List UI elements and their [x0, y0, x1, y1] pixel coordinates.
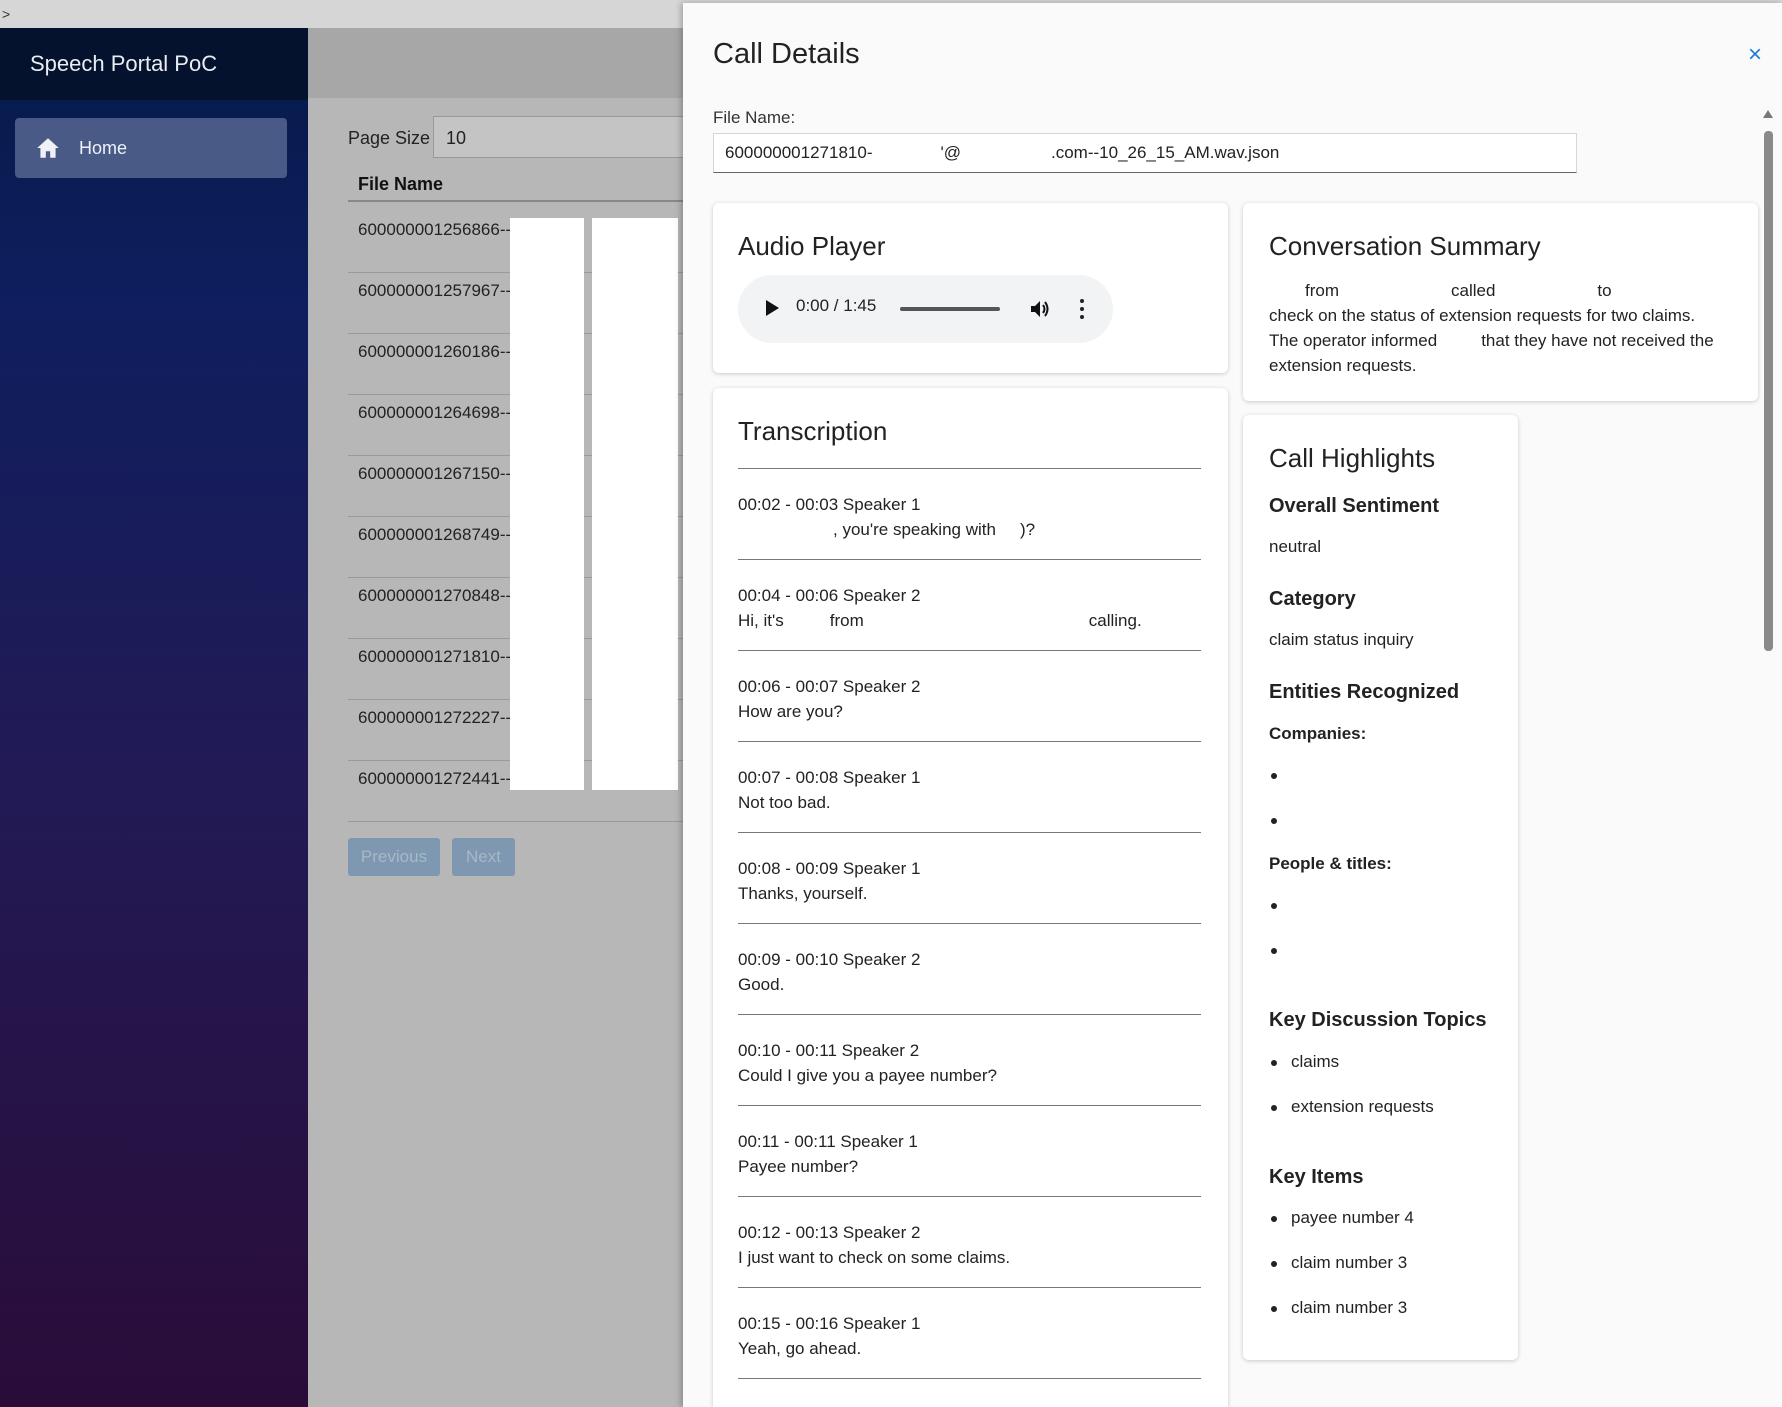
sentiment-value: neutral [1269, 537, 1321, 556]
drawer-title: Call Details [713, 38, 860, 70]
audio-player-title: Audio Player [738, 231, 886, 261]
companies-label: Companies: [1269, 724, 1367, 743]
entities-heading: Entities Recognized [1269, 681, 1460, 703]
segment-text: , you're speaking with [833, 520, 996, 539]
highlights-title: Call Highlights [1269, 443, 1436, 473]
play-icon[interactable] [766, 300, 779, 316]
topics-heading: Key Discussion Topics [1269, 1009, 1487, 1031]
key-item: claim number 3 [1270, 1253, 1408, 1272]
sidebar: Speech Portal PoC Home [0, 28, 308, 1407]
segment-meta: 00:07 - 00:08 Speaker 1 [738, 768, 921, 787]
redaction-block [510, 218, 584, 790]
transcript-segment: 00:09 - 00:10 Speaker 2 Good. [738, 923, 1201, 1015]
app-title: Speech Portal PoC [30, 51, 218, 76]
summary-word: called [1451, 281, 1496, 300]
scrollbar-thumb[interactable] [1764, 131, 1773, 651]
call-highlights-card: Call Highlights Overall Sentiment neutra… [1243, 415, 1518, 1360]
segment-text: Yeah, go ahead. [738, 1339, 862, 1358]
redaction-block [592, 218, 678, 790]
category-heading: Category [1269, 588, 1356, 610]
file-name-column-header: File Name [358, 174, 444, 194]
transcript-segment: 00:12 - 00:13 Speaker 2 I just want to c… [738, 1196, 1201, 1288]
file-name-part: '@ [940, 143, 961, 162]
segment-meta: 00:15 - 00:16 Speaker 1 [738, 1314, 921, 1333]
sentiment-heading: Overall Sentiment [1269, 495, 1440, 517]
transcript-segment: 00:10 - 00:11 Speaker 2 Could I give you… [738, 1014, 1201, 1106]
file-name-part: .com--10_26_15_AM.wav.json [1051, 143, 1280, 162]
segment-meta: 00:09 - 00:10 Speaker 2 [738, 950, 921, 969]
category-value: claim status inquiry [1269, 630, 1414, 649]
segment-meta: 00:02 - 00:03 Speaker 1 [738, 495, 921, 514]
key-item: claim number 3 [1270, 1298, 1408, 1317]
summary-word: from [1305, 281, 1339, 300]
segment-text: How are you? [738, 702, 843, 721]
close-icon[interactable]: × [1748, 41, 1762, 69]
audio-time: 0:00 / 1:45 [796, 296, 877, 315]
segment-text: from [829, 611, 864, 630]
segment-text: Could I give you a payee number? [738, 1066, 997, 1085]
segment-meta: 00:12 - 00:13 Speaker 2 [738, 1223, 921, 1242]
previous-button[interactable]: Previous [348, 838, 440, 876]
next-button[interactable]: Next [452, 838, 515, 876]
transcript-segment: 00:08 - 00:09 Speaker 1 Thanks, yourself… [738, 832, 1201, 924]
summary-line: that they have not received the [1481, 331, 1714, 350]
transcription-card: Transcription 00:02 - 00:03 Speaker 1 , … [713, 388, 1228, 1407]
more-options-icon[interactable] [1080, 299, 1084, 319]
audio-player: 0:00 / 1:45 [738, 275, 1113, 343]
file-name-label: File Name: [713, 108, 796, 127]
segment-meta: 00:08 - 00:09 Speaker 1 [738, 859, 921, 878]
transcription-title: Transcription [738, 416, 888, 446]
brand-bar: Speech Portal PoC [0, 28, 308, 100]
topic-item: claims [1270, 1052, 1340, 1071]
audio-seek-bar[interactable] [900, 307, 1000, 311]
segment-meta: 00:04 - 00:06 Speaker 2 [738, 586, 921, 605]
sidebar-item-home[interactable]: Home [15, 118, 287, 178]
segment-text: )? [1019, 520, 1036, 539]
summary-line: extension requests. [1269, 356, 1417, 375]
call-details-drawer: Call Details × File Name: 60000000127181… [683, 3, 1782, 1407]
summary-text: from called to check on the status of exte… [1269, 278, 1739, 378]
conversation-summary-card: Conversation Summary from called to check … [1243, 203, 1758, 401]
home-icon [37, 138, 59, 158]
transcript-segment: 00:07 - 00:08 Speaker 1 Not too bad. [738, 741, 1201, 833]
page-size-select[interactable]: 10 [433, 116, 693, 158]
segment-text: Good. [738, 975, 785, 994]
transcript-segment: 00:06 - 00:07 Speaker 2 How are you? [738, 650, 1201, 742]
segment-meta: 00:10 - 00:11 Speaker 2 [738, 1041, 920, 1060]
segment-text: Not too bad. [738, 793, 831, 812]
segment-text: Hi, it's [738, 611, 784, 630]
file-name-field[interactable]: 600000001271810- '@ .com--10_26_15_AM.wav.… [713, 133, 1577, 173]
segment-text: I just want to check on some claims. [738, 1248, 1011, 1267]
segment-text: Thanks, yourself. [738, 884, 868, 903]
transcript-segment: 00:02 - 00:03 Speaker 1 , you're speakin… [738, 468, 1201, 560]
segment-text: calling. [1088, 611, 1142, 630]
scroll-up-arrow-icon[interactable] [1763, 110, 1773, 118]
transcript-segment: 00:11 - 00:11 Speaker 1 Payee number? [738, 1105, 1201, 1197]
segment-meta: 00:11 - 00:11 Speaker 1 [738, 1132, 918, 1151]
summary-word: to [1597, 281, 1612, 300]
people-label: People & titles: [1269, 854, 1392, 873]
transcript-segment: 00:15 - 00:16 Speaker 1 Yeah, go ahead. [738, 1287, 1201, 1379]
page-size-label: Page Size [348, 128, 431, 148]
summary-line: check on the status of extension request… [1269, 306, 1696, 325]
caret-icon: > [2, 6, 11, 22]
volume-icon[interactable] [1028, 297, 1052, 321]
summary-title: Conversation Summary [1269, 231, 1541, 261]
summary-line: The operator informed [1269, 331, 1438, 350]
transcript-segment: 00:04 - 00:06 Speaker 2 Hi, it's from call… [738, 559, 1201, 651]
segment-meta: 00:06 - 00:07 Speaker 2 [738, 677, 921, 696]
sidebar-item-label: Home [79, 137, 128, 158]
audio-player-card: Audio Player 0:00 / 1:45 [713, 203, 1228, 373]
key-item: payee number 4 [1271, 1208, 1414, 1227]
topic-item: extension requests [1271, 1097, 1434, 1116]
segment-text: Payee number? [738, 1157, 859, 1176]
file-name-part: 600000001271810- [725, 143, 873, 162]
header-divider [348, 200, 688, 202]
transcript-segment-divider [738, 1378, 1201, 1407]
key-items-heading: Key Items [1269, 1166, 1364, 1188]
